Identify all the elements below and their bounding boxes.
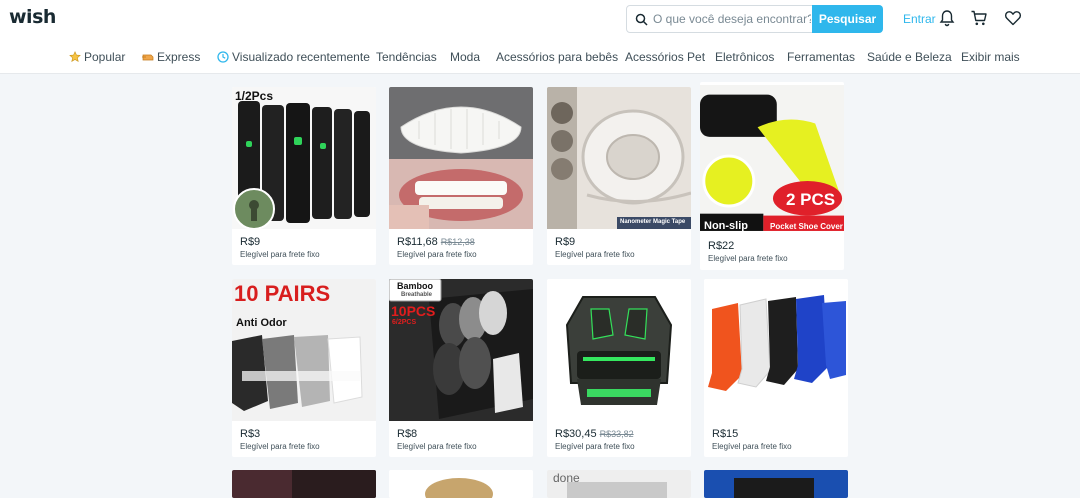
image-label: Non-slip xyxy=(704,220,748,232)
nav-item-recently-viewed[interactable]: Visualizado recentemente xyxy=(217,50,370,64)
search-button[interactable]: Pesquisar xyxy=(812,5,883,33)
product-image xyxy=(704,470,848,498)
product-card[interactable] xyxy=(232,470,376,498)
nav-item-label: Visualizado recentemente xyxy=(232,50,370,64)
category-nav: Popular Express Visualizado recentemente… xyxy=(0,50,1080,66)
product-card[interactable]: done xyxy=(547,470,691,498)
express-icon xyxy=(142,54,154,61)
product-price: R$9 xyxy=(555,236,576,248)
product-price: R$11,68 R$12,38 xyxy=(397,236,475,248)
product-image xyxy=(547,279,691,421)
original-price: R$12,38 xyxy=(440,237,475,247)
product-image xyxy=(389,470,533,498)
product-card[interactable]: 1/2Pcs R$9 Elegível para frete fixo xyxy=(232,87,376,265)
product-price: R$9 xyxy=(240,236,261,248)
image-label: 6/2PCS xyxy=(392,319,417,326)
image-label: done xyxy=(553,471,580,485)
wish-logo[interactable]: wish xyxy=(9,6,56,28)
nav-item-show-more[interactable]: Exibir mais xyxy=(961,50,1020,64)
nav-item-health-beauty[interactable]: Saúde e Beleza xyxy=(867,50,952,64)
shipping-label: Elegível para frete fixo xyxy=(397,250,477,259)
product-card[interactable]: Bamboo Breathable 10PCS 6/2PCS R$8 Elegí… xyxy=(389,279,533,457)
star-icon xyxy=(69,51,81,63)
product-card[interactable] xyxy=(389,470,533,498)
product-card[interactable]: 2 PCS Non-slip Pocket Shoe Cover R$22 El… xyxy=(700,82,844,270)
image-label: Pocket Shoe Cover xyxy=(770,222,843,231)
shipping-label: Elegível para frete fixo xyxy=(712,442,792,451)
original-price: R$33,82 xyxy=(599,429,634,439)
product-card[interactable]: R$11,68 R$12,38 Elegível para frete fixo xyxy=(389,87,533,265)
nav-item-trends[interactable]: Tendências xyxy=(376,50,437,64)
image-label: Nanometer Magic Tape xyxy=(620,219,686,225)
cart-icon[interactable] xyxy=(970,9,988,27)
product-image xyxy=(704,279,848,421)
product-card[interactable]: 10 PAIRS Anti Odor R$3 Elegível para fre… xyxy=(232,279,376,457)
shipping-label: Elegível para frete fixo xyxy=(240,250,320,259)
nav-item-fashion[interactable]: Moda xyxy=(450,50,480,64)
search-icon xyxy=(635,13,648,26)
nav-item-electronics[interactable]: Eletrônicos xyxy=(715,50,774,64)
nav-item-express[interactable]: Express xyxy=(142,50,200,64)
shipping-label: Elegível para frete fixo xyxy=(240,442,320,451)
nav-item-label: Popular xyxy=(84,50,126,64)
image-label: 1/2Pcs xyxy=(235,89,274,103)
shipping-label: Elegível para frete fixo xyxy=(555,250,635,259)
product-price: R$30,45 R$33,82 xyxy=(555,428,634,440)
nav-item-popular[interactable]: Popular xyxy=(69,50,125,64)
nav-item-tools[interactable]: Ferramentas xyxy=(787,50,855,64)
heart-icon[interactable] xyxy=(1004,9,1022,27)
nav-item-pet-accessories[interactable]: Acessórios Pet xyxy=(625,50,705,64)
image-label: 10 PAIRS xyxy=(234,281,331,306)
image-label: Breathable xyxy=(401,292,433,298)
search-bar: Pesquisar xyxy=(626,5,883,33)
product-image xyxy=(232,87,376,229)
product-card[interactable]: R$30,45 R$33,82 Elegível para frete fixo xyxy=(547,279,691,457)
login-link[interactable]: Entrar xyxy=(903,12,936,26)
shipping-label: Elegível para frete fixo xyxy=(708,254,788,263)
product-image xyxy=(389,87,533,229)
product-price: R$3 xyxy=(240,428,261,440)
product-price: R$15 xyxy=(712,428,739,440)
image-label: Bamboo xyxy=(397,281,433,291)
clock-icon xyxy=(217,51,229,63)
product-card[interactable]: R$15 Elegível para frete fixo xyxy=(704,279,848,457)
image-label: 2 PCS xyxy=(786,190,836,209)
search-input[interactable] xyxy=(653,9,811,29)
shipping-label: Elegível para frete fixo xyxy=(397,442,477,451)
product-image xyxy=(232,470,376,498)
product-image xyxy=(700,85,844,231)
product-card[interactable] xyxy=(704,470,848,498)
product-image xyxy=(547,87,691,229)
nav-item-baby-accessories[interactable]: Acessórios para bebês xyxy=(496,50,618,64)
image-label: 10PCS xyxy=(391,303,436,319)
product-image xyxy=(389,279,533,421)
shipping-label: Elegível para frete fixo xyxy=(555,442,635,451)
header: wish Pesquisar Entrar Popular Exp xyxy=(0,0,1080,74)
product-price: R$8 xyxy=(397,428,418,440)
bell-icon[interactable] xyxy=(938,9,956,27)
image-label: Anti Odor xyxy=(236,317,287,329)
product-price: R$22 xyxy=(708,240,735,252)
nav-item-label: Express xyxy=(157,50,201,64)
product-card[interactable]: Nanometer Magic Tape R$9 Elegível para f… xyxy=(547,87,691,265)
